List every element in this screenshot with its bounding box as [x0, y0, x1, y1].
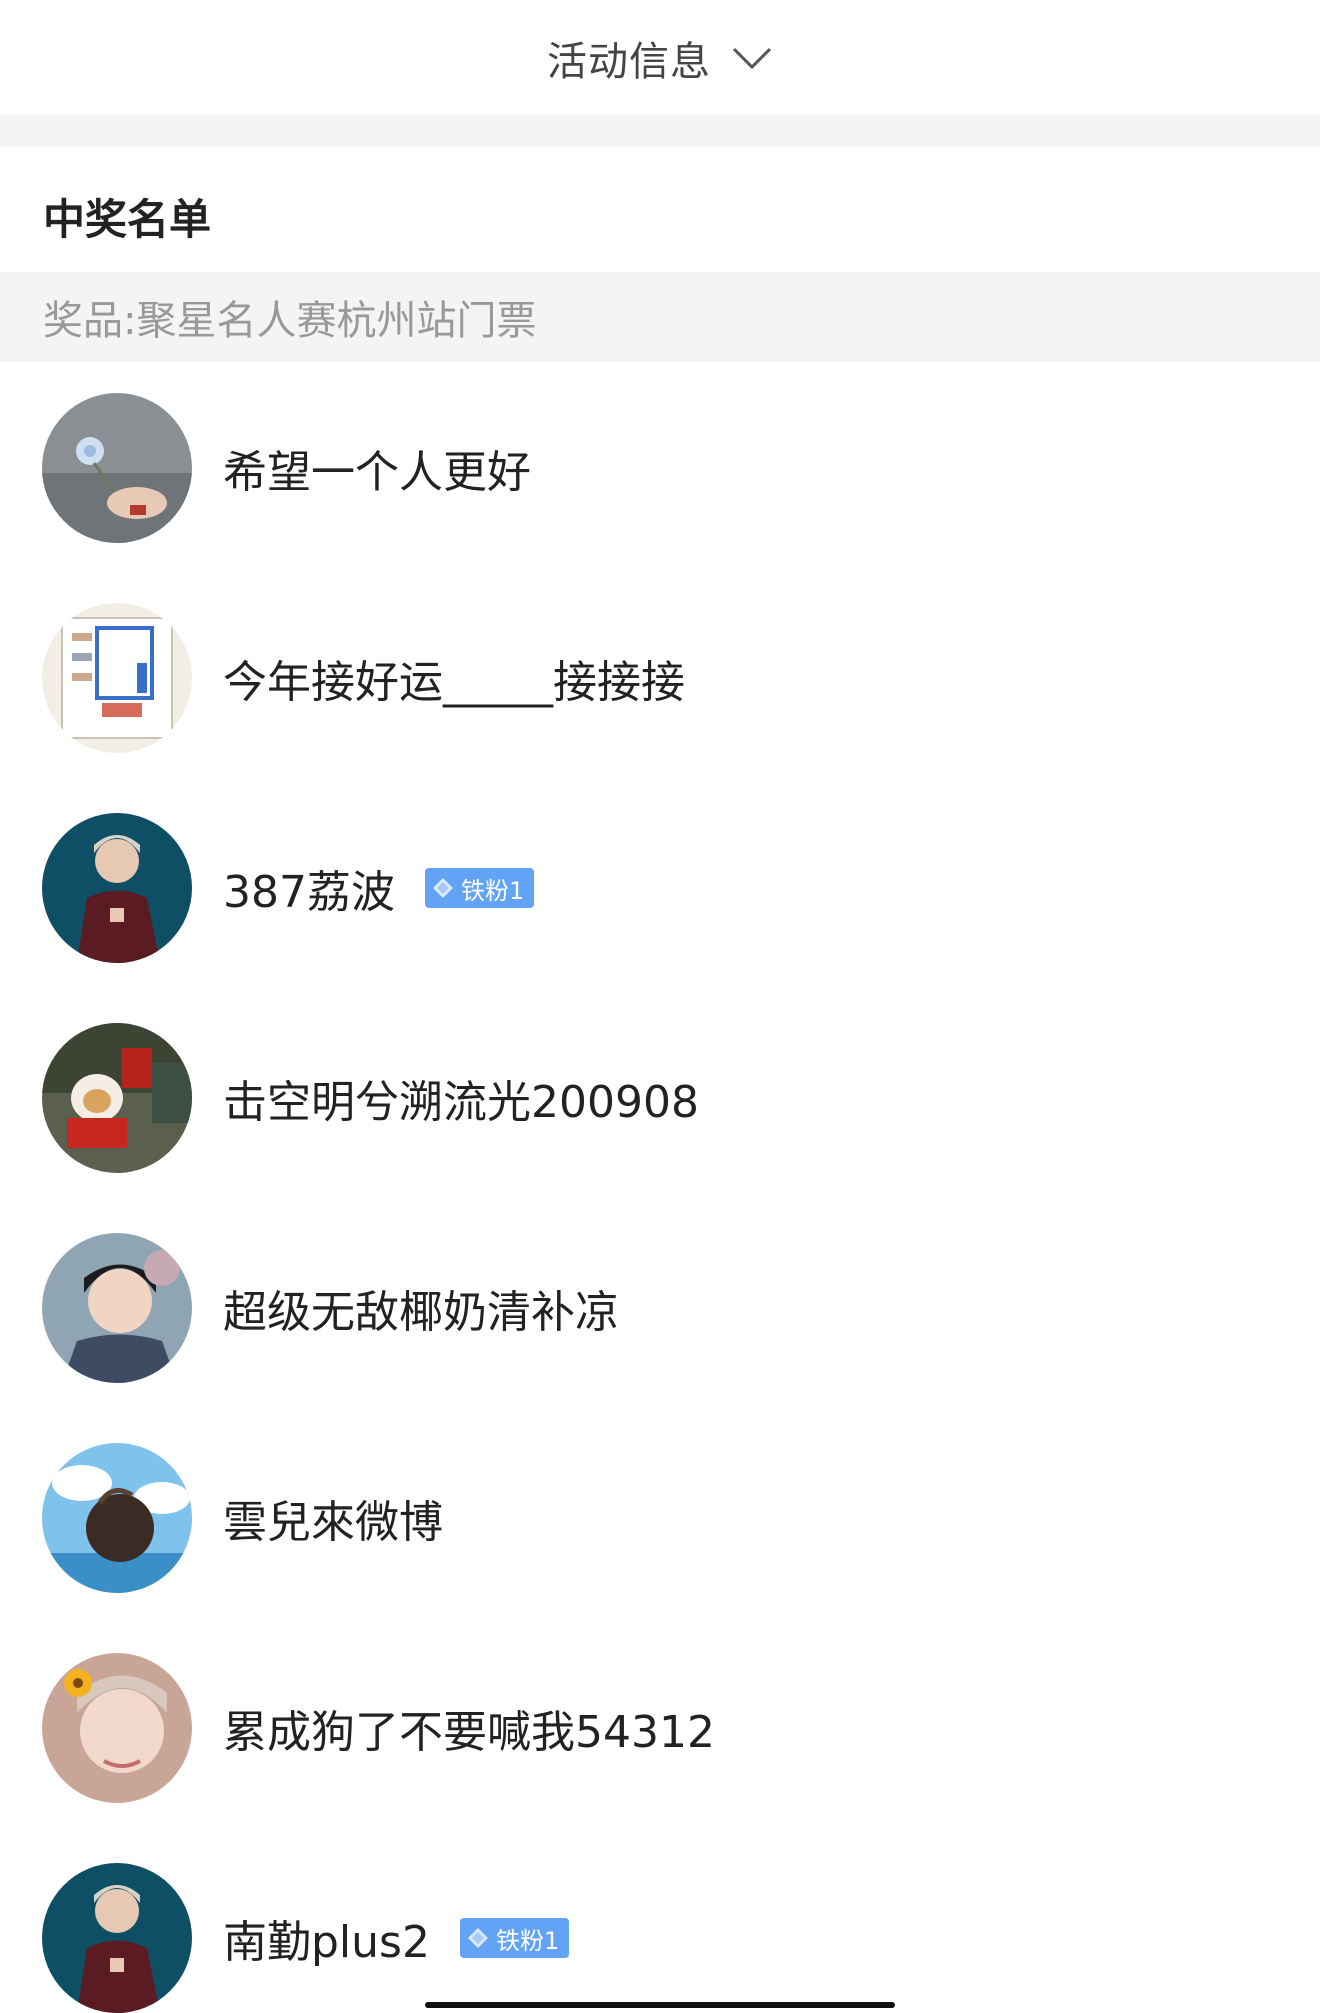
winner-name: 今年接好运_____接接接: [223, 657, 685, 708]
fan-level-badge: 铁粉1: [424, 868, 535, 908]
chevron-down-icon[interactable]: [731, 46, 773, 70]
avatar[interactable]: [42, 813, 192, 963]
diamond-icon: [432, 878, 453, 898]
list-item[interactable]: 今年接好运_____接接接: [0, 603, 1320, 753]
avatar[interactable]: [42, 1653, 192, 1803]
list-item[interactable]: 累成狗了不要喊我54312: [0, 1653, 1320, 1803]
badge-label: 铁粉1: [495, 1926, 560, 1955]
avatar[interactable]: [42, 1443, 192, 1593]
winner-name: 希望一个人更好: [223, 447, 531, 498]
list-item[interactable]: 雲兒來微博: [0, 1443, 1320, 1593]
list-item[interactable]: 击空明兮溯流光200908: [0, 1023, 1320, 1173]
winner-name-text: 南勤plus2: [223, 1917, 430, 1968]
divider-band: [0, 115, 1320, 147]
avatar[interactable]: [42, 1023, 192, 1173]
activity-info-header[interactable]: 活动信息: [0, 0, 1320, 115]
list-item[interactable]: 希望一个人更好: [0, 393, 1320, 543]
list-item[interactable]: 超级无敌椰奶清补凉: [0, 1233, 1320, 1383]
avatar[interactable]: [42, 603, 192, 753]
prize-bar: 奖品:聚星名人赛杭州站门票: [0, 272, 1320, 362]
avatar[interactable]: [42, 393, 192, 543]
winner-list-title: 中奖名单: [43, 195, 212, 244]
list-item[interactable]: 387荔波 铁粉1: [0, 813, 1320, 963]
winner-name: 南勤plus2 铁粉1: [223, 1906, 570, 1970]
avatar[interactable]: [42, 1863, 192, 2013]
prize-label: 奖品:聚星名人赛杭州站门票: [43, 298, 537, 344]
winner-name-text: 387荔波: [223, 867, 395, 918]
home-indicator: [425, 2002, 895, 2008]
badge-label: 铁粉1: [460, 876, 525, 905]
winner-name: 击空明兮溯流光200908: [223, 1077, 699, 1128]
winner-name: 超级无敌椰奶清补凉: [223, 1287, 619, 1338]
diamond-icon: [467, 1928, 488, 1948]
list-item[interactable]: 南勤plus2 铁粉1: [0, 1863, 1320, 2013]
winner-name: 雲兒來微博: [223, 1497, 443, 1548]
header-title: 活动信息: [547, 38, 711, 85]
winner-name: 387荔波 铁粉1: [223, 856, 535, 920]
avatar[interactable]: [42, 1233, 192, 1383]
fan-level-badge: 铁粉1: [459, 1918, 570, 1958]
winner-name: 累成狗了不要喊我54312: [223, 1707, 715, 1758]
